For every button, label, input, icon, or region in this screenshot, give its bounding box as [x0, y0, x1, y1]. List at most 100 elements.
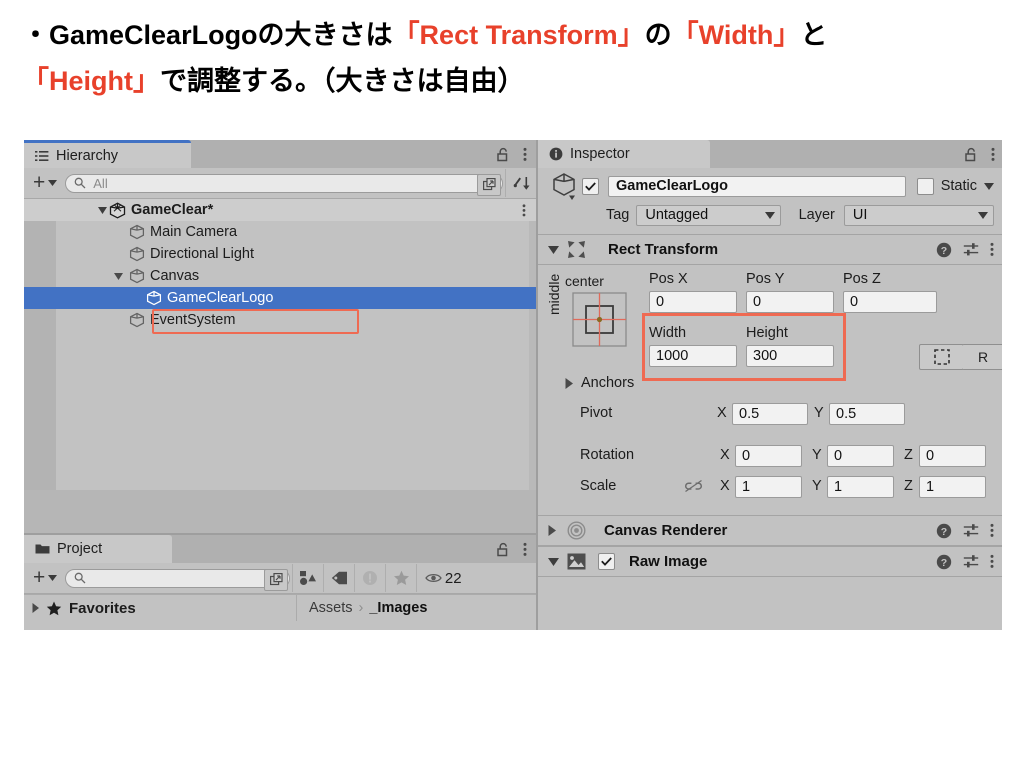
pos-x-label: Pos X [649, 271, 688, 287]
raw-image-enabled-checkbox[interactable] [598, 553, 615, 570]
tab-inspector-label: Inspector [570, 146, 630, 162]
pos-y-field[interactable]: 0 [746, 291, 834, 313]
project-visibility-toggle[interactable]: 22 [416, 564, 469, 592]
kebab-menu-icon[interactable] [523, 542, 527, 557]
rotation-z-field[interactable]: 0 [919, 445, 986, 467]
anchor-preset-button[interactable] [572, 292, 627, 347]
hierarchy-item-label: Directional Light [150, 246, 254, 262]
disclosure-triangle-open-icon[interactable] [548, 245, 559, 254]
kebab-menu-icon[interactable] [523, 147, 527, 162]
gameobject-name-row: GameClearLogo Static [548, 171, 994, 201]
project-search-expand-button[interactable] [264, 568, 289, 591]
hierarchy-row-main-camera[interactable]: Main Camera [24, 221, 536, 243]
kebab-menu-icon[interactable] [990, 554, 994, 569]
help-icon[interactable]: ? [936, 242, 952, 258]
kebab-menu-icon[interactable] [990, 242, 994, 257]
rotation-x-field[interactable]: 0 [735, 445, 802, 467]
project-label-tag-button[interactable] [323, 564, 354, 592]
tag-dropdown[interactable]: Untagged [636, 204, 781, 226]
width-field[interactable]: 1000 [649, 345, 737, 367]
gameobject-header: GameClearLogo Static Tag Untagged Layer … [538, 168, 1002, 234]
height-field[interactable]: 300 [746, 345, 834, 367]
component-actions: ? [936, 516, 994, 545]
raw-edit-button[interactable]: R [962, 344, 1002, 370]
gameobject-cube-icon[interactable] [548, 171, 582, 201]
project-add-button[interactable]: + [24, 567, 63, 588]
info-icon [549, 147, 563, 161]
left-column: Hierarchy + All GameClear* Main Camera D… [24, 140, 536, 630]
component-actions: ? [936, 235, 994, 264]
component-header-canvas-renderer[interactable]: Canvas Renderer ? [538, 515, 1002, 546]
disclosure-triangle-open-icon[interactable] [112, 272, 125, 280]
hierarchy-row-directional-light[interactable]: Directional Light [24, 243, 536, 265]
scene-kebab-menu-icon[interactable] [522, 199, 526, 221]
preset-sliders-icon[interactable] [963, 242, 979, 257]
lock-open-icon[interactable] [497, 542, 510, 557]
screenshot-root: ・GameClearLogoの大きさは「Rect Transform」の「Wid… [0, 0, 1024, 768]
project-search-input[interactable] [65, 568, 291, 591]
chevron-down-icon[interactable] [984, 182, 994, 190]
scale-z-axis-label: Z [904, 478, 913, 494]
tab-inspector[interactable]: Inspector [538, 140, 710, 168]
kebab-menu-icon[interactable] [990, 523, 994, 538]
project-toolbar: + 22 [24, 563, 536, 594]
scale-x-field[interactable]: 1 [735, 476, 802, 498]
blueprint-mode-button[interactable] [919, 344, 964, 370]
search-icon [74, 177, 86, 189]
gameobject-name-field[interactable]: GameClearLogo [608, 175, 906, 197]
tag-value: Untagged [645, 207, 709, 223]
rotation-y-field[interactable]: 0 [827, 445, 894, 467]
gameobject-cube-icon [129, 312, 145, 328]
pos-z-field[interactable]: 0 [843, 291, 937, 313]
pivot-y-field[interactable]: 0.5 [829, 403, 905, 425]
kebab-menu-icon[interactable] [991, 147, 995, 162]
hierarchy-toolbar: + All [24, 168, 536, 199]
gameobject-enabled-checkbox[interactable] [582, 177, 599, 195]
hierarchy-add-button[interactable]: + [24, 171, 63, 194]
disclosure-triangle-closed-icon[interactable] [565, 377, 573, 389]
project-favorites-item[interactable]: Favorites [24, 595, 296, 621]
disclosure-triangle-closed-icon[interactable] [548, 525, 556, 536]
scale-y-field[interactable]: 1 [827, 476, 894, 498]
help-icon[interactable]: ? [936, 523, 952, 539]
chevron-down-icon [48, 575, 58, 581]
disclosure-triangle-open-icon[interactable] [548, 557, 559, 566]
hierarchy-row-gameclearlogo[interactable]: GameClearLogo [24, 287, 536, 309]
plus-icon: + [33, 171, 46, 194]
project-asset-filter-button[interactable] [292, 564, 323, 592]
favorite-star-icon [46, 601, 62, 616]
preset-sliders-icon[interactable] [963, 554, 979, 569]
hierarchy-row-scene[interactable]: GameClear* [24, 199, 536, 221]
hierarchy-row-canvas[interactable]: Canvas [24, 265, 536, 287]
lock-open-icon[interactable] [965, 147, 978, 162]
link-broken-icon[interactable] [684, 479, 703, 493]
breadcrumb-current[interactable]: _Images [369, 600, 427, 616]
project-favorite-filter-button[interactable] [385, 564, 416, 592]
pivot-label: Pivot [580, 405, 613, 421]
anchors-foldout[interactable]: Anchors [565, 375, 634, 391]
layer-dropdown[interactable]: UI [843, 204, 994, 226]
scale-z-field[interactable]: 1 [919, 476, 986, 498]
component-header-rect-transform[interactable]: Rect Transform ? [538, 234, 1002, 265]
tab-hierarchy[interactable]: Hierarchy [24, 140, 191, 168]
breadcrumb-assets[interactable]: Assets [309, 600, 353, 616]
hierarchy-row-eventsystem[interactable]: EventSystem [24, 309, 536, 331]
preset-sliders-icon[interactable] [963, 523, 979, 538]
disclosure-triangle-open-icon[interactable] [96, 206, 109, 214]
anchors-label: Anchors [581, 375, 635, 391]
tab-project[interactable]: Project [24, 535, 172, 563]
help-icon[interactable]: ? [936, 554, 952, 570]
pos-x-field[interactable]: 0 [649, 291, 737, 313]
hierarchy-search-expand-button[interactable] [477, 173, 501, 196]
project-breadcrumb: Assets › _Images [296, 595, 536, 621]
disclosure-triangle-closed-icon[interactable] [32, 603, 39, 613]
hierarchy-sort-button[interactable] [505, 169, 536, 197]
lock-open-icon[interactable] [497, 147, 510, 162]
pivot-x-field[interactable]: 0.5 [732, 403, 808, 425]
caption-line1-part1: ・GameClearLogoの大きさは [22, 20, 393, 50]
project-warning-filter-button[interactable] [354, 564, 385, 592]
raw-image-icon [567, 553, 586, 570]
static-checkbox[interactable] [916, 177, 934, 195]
component-header-raw-image[interactable]: Raw Image ? [538, 546, 1002, 577]
hierarchy-search-input[interactable]: All [65, 173, 503, 196]
